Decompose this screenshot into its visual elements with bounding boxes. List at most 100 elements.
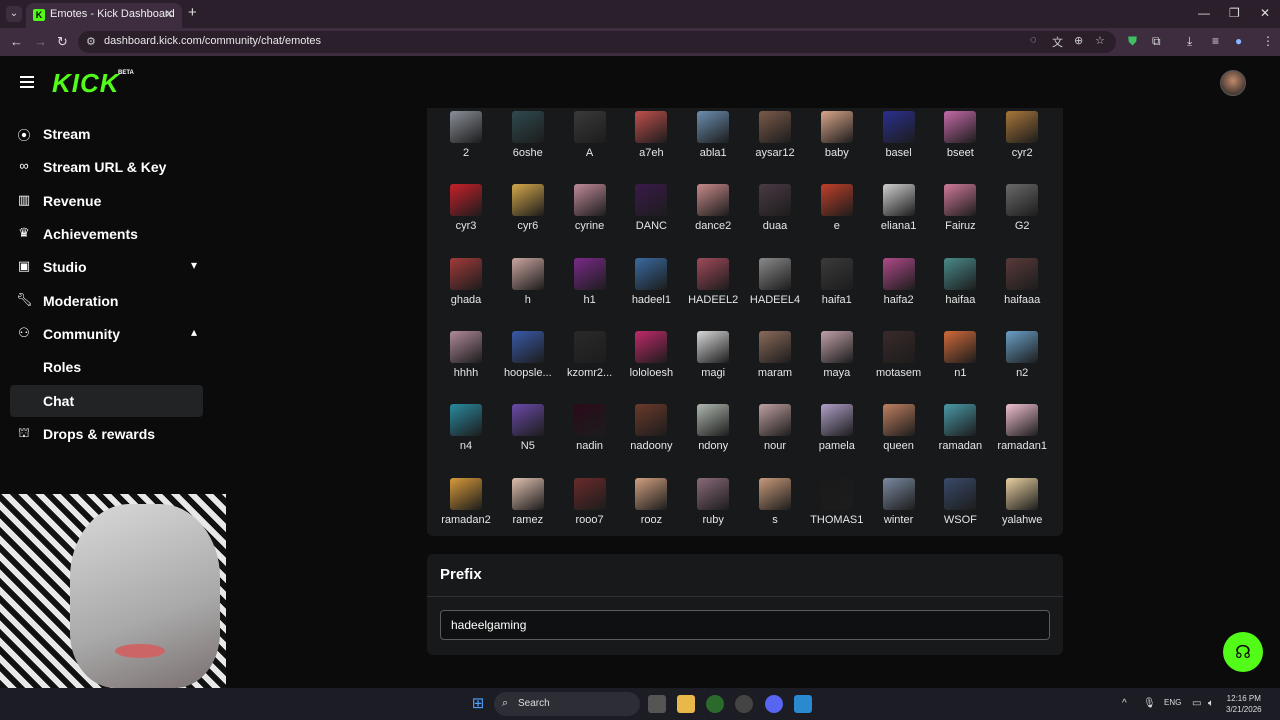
emote-item[interactable]: Fairuz (929, 184, 991, 257)
emote-item[interactable]: basel (868, 111, 930, 184)
emote-item[interactable]: hoopsle... (497, 330, 559, 404)
emote-item[interactable]: abla1 (682, 111, 744, 184)
sidebar-item-community[interactable]: ⚇ Community ▴ (10, 318, 203, 350)
emote-item[interactable]: rooo7 (559, 477, 621, 551)
emote-item[interactable]: DANC (620, 184, 682, 257)
emote-item[interactable]: HADEEL4 (744, 257, 806, 331)
tab-list-button[interactable]: ⌄ (6, 6, 22, 22)
reading-list-icon[interactable]: ≡ (1212, 34, 1219, 48)
network-icon[interactable]: ▭ (1192, 698, 1201, 709)
browser-tab[interactable]: K Emotes - Kick Dashboard ✕ (26, 3, 182, 28)
taskbar-search[interactable]: ⌕ Search (494, 692, 640, 716)
prefix-input[interactable] (440, 610, 1050, 640)
photos-icon[interactable] (794, 695, 812, 713)
forward-icon[interactable]: → (34, 34, 47, 49)
emote-item[interactable]: ramadan (929, 404, 991, 477)
sidebar-item-achievements[interactable]: ♛ Achievements (10, 218, 203, 250)
sidebar-item-studio[interactable]: ▣ Studio ▾ (10, 251, 203, 283)
emote-item[interactable]: ramadan2 (435, 477, 497, 551)
language-indicator[interactable]: ENG (1164, 698, 1181, 707)
webcam-overlay[interactable] (0, 494, 226, 688)
sidebar-item-moderation[interactable]: 🔧︎ Moderation (10, 285, 203, 317)
user-avatar[interactable] (1220, 70, 1246, 96)
discord-icon[interactable] (765, 695, 783, 713)
translate-icon[interactable]: 文 (1052, 34, 1063, 50)
extensions-icon[interactable]: ⧉ (1152, 34, 1161, 49)
bookmark-star-icon[interactable]: ☆ (1095, 34, 1105, 47)
emote-item[interactable]: 2 (435, 111, 497, 184)
menu-dots-icon[interactable]: ⋮ (1262, 34, 1274, 48)
close-tab-icon[interactable]: ✕ (164, 7, 174, 21)
shield-extension-icon[interactable]: ⛊ (1128, 34, 1137, 49)
emote-item[interactable]: cyr6 (497, 184, 559, 257)
emote-item[interactable]: eliana1 (868, 184, 930, 257)
site-info-icon[interactable]: ⚙ (86, 35, 96, 48)
emote-item[interactable]: cyr3 (435, 184, 497, 257)
emote-item[interactable]: A (559, 111, 621, 184)
sidebar-item-roles[interactable]: Roles (10, 351, 203, 383)
emote-item[interactable]: motasem (868, 330, 930, 404)
task-view-icon[interactable] (648, 695, 666, 713)
sidebar-item-stream-url-key[interactable]: ∞ Stream URL & Key (10, 151, 203, 183)
profile-icon[interactable]: ● (1235, 34, 1242, 48)
emote-item[interactable]: haifa1 (806, 257, 868, 331)
microphone-icon[interactable]: 🎙︎ (1143, 698, 1156, 709)
emote-item[interactable]: a7eh (620, 111, 682, 184)
emote-item[interactable]: baby (806, 111, 868, 184)
sidebar-item-chat[interactable]: Chat (10, 385, 203, 417)
reload-icon[interactable]: ↻ (57, 34, 68, 50)
emote-item[interactable]: duaa (744, 184, 806, 257)
emote-item[interactable]: e (806, 184, 868, 257)
sidebar-item-drops-rewards[interactable]: ⛫ Drops & rewards (10, 418, 203, 450)
emote-item[interactable]: h1 (559, 257, 621, 331)
sidebar-item-revenue[interactable]: ▥ Revenue (10, 185, 203, 217)
emote-item[interactable]: haifa2 (868, 257, 930, 331)
sidebar-item-stream[interactable]: ⦿ Stream (10, 118, 203, 150)
minimize-icon[interactable]: — (1198, 6, 1210, 20)
emote-item[interactable]: hhhh (435, 330, 497, 404)
kick-logo[interactable]: KICK (52, 68, 120, 99)
emote-item[interactable]: cyrine (559, 184, 621, 257)
emote-item[interactable]: winter (868, 477, 930, 551)
emote-item[interactable]: G2 (991, 184, 1053, 257)
chrome-icon[interactable] (706, 695, 724, 713)
emote-item[interactable]: n2 (991, 330, 1053, 404)
taskbar-clock[interactable]: 12:16 PM 3/21/2026 (1226, 693, 1262, 715)
hamburger-menu-icon[interactable] (20, 76, 34, 88)
windows-start-icon[interactable]: ⊞ (469, 695, 487, 713)
emote-item[interactable]: lololoesh (620, 330, 682, 404)
emote-item[interactable]: haifaa (929, 257, 991, 331)
tray-chevron-icon[interactable]: ^ (1122, 698, 1127, 709)
emote-item[interactable]: kzomr2... (559, 330, 621, 404)
maximize-icon[interactable]: ❐ (1229, 6, 1240, 20)
emote-item[interactable]: nadoony (620, 404, 682, 477)
emote-item[interactable]: queen (868, 404, 930, 477)
help-support-button[interactable]: ☊ (1223, 632, 1263, 672)
new-tab-icon[interactable]: + (188, 4, 197, 21)
emote-item[interactable]: hadeel1 (620, 257, 682, 331)
emote-item[interactable]: HADEEL2 (682, 257, 744, 331)
back-icon[interactable]: ← (10, 34, 23, 49)
file-explorer-icon[interactable] (677, 695, 695, 713)
emote-item[interactable]: yalahwe (991, 477, 1053, 551)
emote-item[interactable]: dance2 (682, 184, 744, 257)
emote-item[interactable]: nadin (559, 404, 621, 477)
emote-item[interactable]: THOMAS1 (806, 477, 868, 551)
emote-item[interactable]: ghada (435, 257, 497, 331)
emote-item[interactable]: ramez (497, 477, 559, 551)
emote-item[interactable]: rooz (620, 477, 682, 551)
emote-item[interactable]: ramadan1 (991, 404, 1053, 477)
volume-icon[interactable]: 🔈︎ (1208, 698, 1214, 709)
emote-item[interactable]: ruby (682, 477, 744, 551)
emote-item[interactable]: h (497, 257, 559, 331)
emote-item[interactable]: N5 (497, 404, 559, 477)
app-icon[interactable] (735, 695, 753, 713)
emote-item[interactable]: pamela (806, 404, 868, 477)
emote-item[interactable]: nour (744, 404, 806, 477)
emote-item[interactable]: maram (744, 330, 806, 404)
emote-item[interactable]: maya (806, 330, 868, 404)
emote-item[interactable]: WSOF (929, 477, 991, 551)
emote-item[interactable]: bseet (929, 111, 991, 184)
zoom-icon[interactable]: ⊕ (1074, 34, 1083, 47)
emote-item[interactable]: n4 (435, 404, 497, 477)
